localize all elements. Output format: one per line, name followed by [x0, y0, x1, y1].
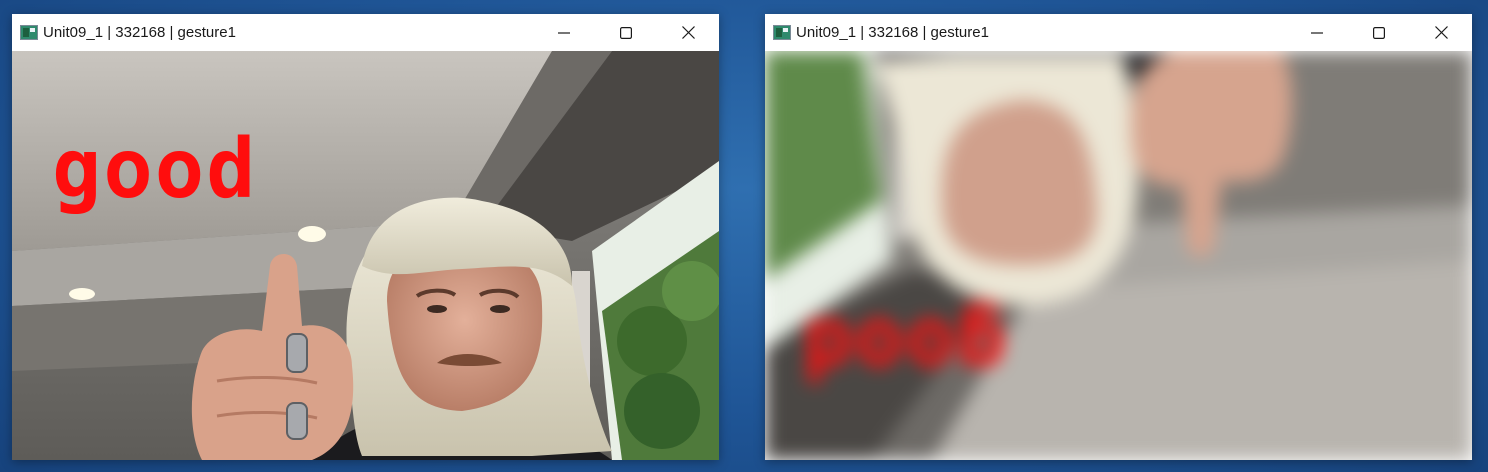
camera-scene-flipped [765, 51, 1472, 460]
window-controls [1286, 14, 1472, 51]
minimize-icon [558, 31, 570, 34]
blurred-frame: good [765, 51, 1472, 460]
maximize-icon [1373, 26, 1385, 39]
minimize-icon [1311, 31, 1323, 34]
close-icon [1434, 26, 1448, 39]
maximize-button[interactable] [1348, 14, 1410, 51]
maximize-button[interactable] [595, 14, 657, 51]
minimize-button[interactable] [533, 14, 595, 51]
gesture-label: good [52, 122, 258, 217]
camera-scene [12, 51, 719, 460]
window-controls [533, 14, 719, 51]
close-button[interactable] [1410, 14, 1472, 51]
window-title: Unit09_1 | 332168 | gesture1 [43, 24, 236, 41]
camera-feed: good [12, 51, 719, 460]
title-bar[interactable]: Unit09_1 | 332168 | gesture1 [12, 14, 719, 51]
camera-window-left[interactable]: Unit09_1 | 332168 | gesture1 good [12, 14, 719, 460]
title-bar[interactable]: Unit09_1 | 332168 | gesture1 [765, 14, 1472, 51]
close-button[interactable] [657, 14, 719, 51]
close-icon [681, 26, 695, 39]
gesture-label-flipped: good [801, 300, 1007, 395]
minimize-button[interactable] [1286, 14, 1348, 51]
camera-feed-processed: good [765, 51, 1472, 460]
app-icon [20, 25, 38, 40]
maximize-icon [620, 26, 632, 39]
camera-window-right[interactable]: Unit09_1 | 332168 | gesture1 good [765, 14, 1472, 460]
window-title: Unit09_1 | 332168 | gesture1 [796, 24, 989, 41]
app-icon [773, 25, 791, 40]
